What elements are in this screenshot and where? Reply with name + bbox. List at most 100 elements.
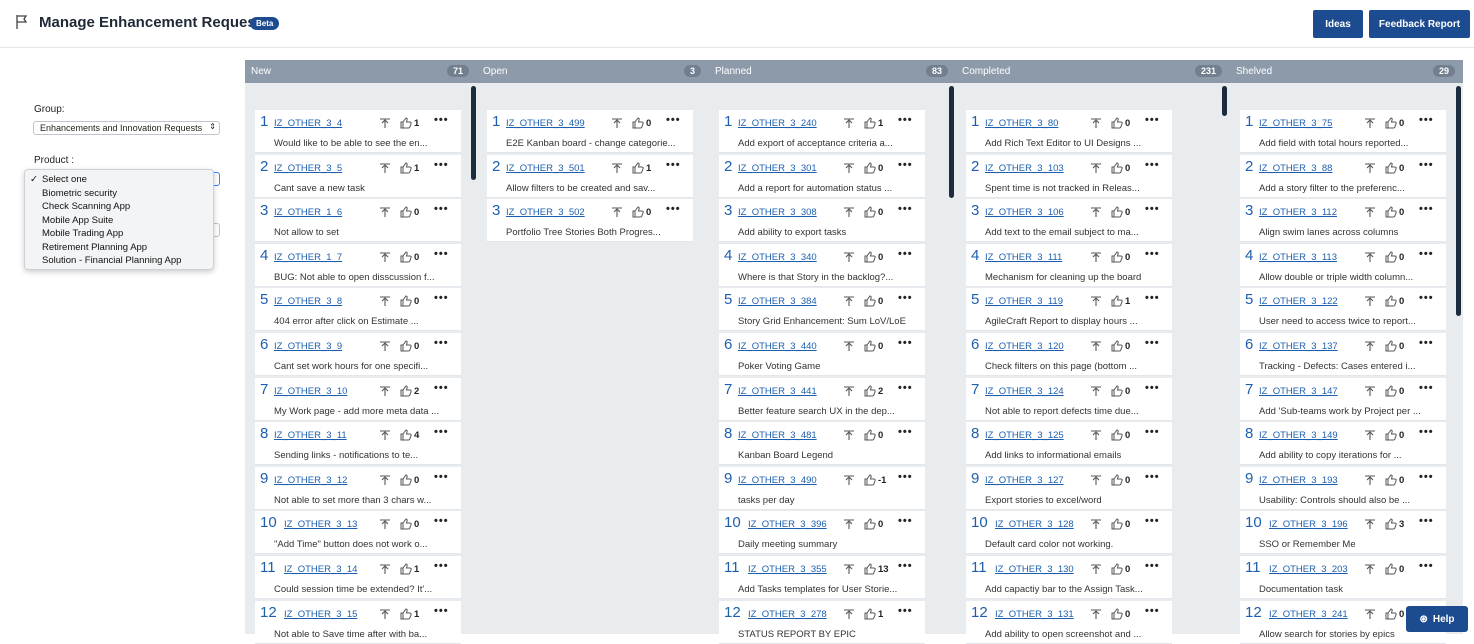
push-top-icon[interactable] [1364,296,1376,307]
product-option[interactable]: Mobile App Suite [25,214,213,228]
column-scrollbar[interactable] [471,86,476,180]
push-top-icon[interactable] [843,207,855,218]
card-id-link[interactable]: IZ_OTHER_3_106 [985,207,1064,218]
card-id-link[interactable]: IZ_OTHER_3_147 [1259,386,1338,397]
push-top-icon[interactable] [1090,475,1102,486]
card-id-link[interactable]: IZ_OTHER_3_149 [1259,430,1338,441]
thumbs-up-icon[interactable] [1385,162,1397,174]
push-top-icon[interactable] [843,252,855,263]
more-options-icon[interactable]: ••• [1419,248,1434,260]
request-card[interactable]: 1 IZ_OTHER_3_75 0 ••• Add field with total h… [1240,110,1446,153]
more-options-icon[interactable]: ••• [1145,248,1160,260]
thumbs-up-icon[interactable] [864,518,876,530]
more-options-icon[interactable]: ••• [434,292,449,304]
request-card[interactable]: 11 IZ_OTHER_3_355 13 ••• Add Tasks templates… [719,556,925,599]
card-id-link[interactable]: IZ_OTHER_3_481 [738,430,817,441]
push-top-icon[interactable] [379,163,391,174]
card-id-link[interactable]: IZ_OTHER_3_240 [738,118,817,129]
request-card[interactable]: 10 IZ_OTHER_3_128 0 ••• Default card color n… [966,511,1172,555]
push-top-icon[interactable] [1090,386,1102,397]
more-options-icon[interactable]: ••• [1419,382,1434,394]
card-id-link[interactable]: IZ_OTHER_3_122 [1259,296,1338,307]
more-options-icon[interactable]: ••• [898,248,913,260]
push-top-icon[interactable] [611,207,623,218]
more-options-icon[interactable]: ••• [898,114,913,126]
thumbs-up-icon[interactable] [400,474,412,486]
more-options-icon[interactable]: ••• [434,605,449,617]
thumbs-up-icon[interactable] [1111,206,1123,218]
card-id-link[interactable]: IZ_OTHER_3_4 [274,118,342,129]
request-card[interactable]: 9 IZ_OTHER_3_127 0 ••• Export stories to exc… [966,466,1172,510]
card-id-link[interactable]: IZ_OTHER_3_15 [284,609,357,620]
request-card[interactable]: 1 IZ_OTHER_3_4 1 ••• Would like to be able t… [255,110,461,153]
request-card[interactable]: 11 IZ_OTHER_3_14 1 ••• Could session time be… [255,556,461,599]
more-options-icon[interactable]: ••• [1145,560,1160,572]
more-options-icon[interactable]: ••• [434,426,449,438]
card-id-link[interactable]: IZ_OTHER_3_196 [1269,519,1348,530]
thumbs-up-icon[interactable] [400,429,412,441]
request-card[interactable]: 1 IZ_OTHER_3_240 1 ••• Add export of accepta… [719,110,925,153]
push-top-icon[interactable] [1090,341,1102,352]
more-options-icon[interactable]: ••• [1419,337,1434,349]
request-card[interactable]: 3 IZ_OTHER_3_106 0 ••• Add text to the email… [966,199,1172,243]
request-card[interactable]: 10 IZ_OTHER_3_13 0 ••• "Add Time" button doe… [255,511,461,555]
request-card[interactable]: 7 IZ_OTHER_3_147 0 ••• Add 'Sub-teams work b… [1240,377,1446,421]
more-options-icon[interactable]: ••• [898,605,913,617]
card-id-link[interactable]: IZ_OTHER_3_11 [274,430,347,441]
card-id-link[interactable]: IZ_OTHER_1_6 [274,207,342,218]
request-card[interactable]: 4 IZ_OTHER_1_7 0 ••• BUG: Not able to open d… [255,243,461,287]
push-top-icon[interactable] [1090,609,1102,620]
thumbs-up-icon[interactable] [632,117,644,129]
thumbs-up-icon[interactable] [864,608,876,620]
thumbs-up-icon[interactable] [400,563,412,575]
more-options-icon[interactable]: ••• [1419,114,1434,126]
request-card[interactable]: 6 IZ_OTHER_3_137 0 ••• Tracking - Defects: C… [1240,333,1446,376]
push-top-icon[interactable] [1090,118,1102,129]
card-id-link[interactable]: IZ_OTHER_3_384 [738,296,817,307]
thumbs-up-icon[interactable] [1385,251,1397,263]
more-options-icon[interactable]: ••• [1419,203,1434,215]
thumbs-up-icon[interactable] [1111,608,1123,620]
ideas-button[interactable]: Ideas [1313,10,1363,38]
request-card[interactable]: 6 IZ_OTHER_3_120 0 ••• Check filters on this… [966,333,1172,376]
more-options-icon[interactable]: ••• [666,203,681,215]
push-top-icon[interactable] [1364,564,1376,575]
card-id-link[interactable]: IZ_OTHER_3_502 [506,207,585,218]
more-options-icon[interactable]: ••• [898,560,913,572]
card-id-link[interactable]: IZ_OTHER_3_124 [985,386,1064,397]
request-card[interactable]: 8 IZ_OTHER_3_481 0 ••• Kanban Board Legend [719,422,925,466]
thumbs-up-icon[interactable] [1385,206,1397,218]
request-card[interactable]: 6 IZ_OTHER_3_440 0 ••• Poker Voting Game [719,333,925,376]
card-id-link[interactable]: IZ_OTHER_3_13 [284,519,357,530]
push-top-icon[interactable] [379,430,391,441]
more-options-icon[interactable]: ••• [1145,426,1160,438]
column-scrollbar[interactable] [1456,86,1461,316]
request-card[interactable]: 7 IZ_OTHER_3_10 2 ••• My Work page - add mor… [255,377,461,421]
card-id-link[interactable]: IZ_OTHER_3_396 [748,519,827,530]
request-card[interactable]: 2 IZ_OTHER_3_103 0 ••• Spent time is not tra… [966,154,1172,198]
card-id-link[interactable]: IZ_OTHER_3_301 [738,163,817,174]
thumbs-up-icon[interactable] [1111,162,1123,174]
card-id-link[interactable]: IZ_OTHER_3_88 [1259,163,1332,174]
card-id-link[interactable]: IZ_OTHER_3_75 [1259,118,1332,129]
card-id-link[interactable]: IZ_OTHER_3_131 [995,609,1074,620]
column-scrollbar[interactable] [949,86,954,198]
thumbs-up-icon[interactable] [1385,117,1397,129]
push-top-icon[interactable] [379,341,391,352]
request-card[interactable]: 2 IZ_OTHER_3_301 0 ••• Add a report for auto… [719,154,925,198]
push-top-icon[interactable] [1090,564,1102,575]
card-id-link[interactable]: IZ_OTHER_3_14 [284,564,357,575]
thumbs-up-icon[interactable] [400,608,412,620]
more-options-icon[interactable]: ••• [1145,471,1160,483]
help-button[interactable]: ⊛ Help [1406,606,1468,632]
thumbs-up-icon[interactable] [1111,117,1123,129]
push-top-icon[interactable] [1364,386,1376,397]
push-top-icon[interactable] [843,475,855,486]
push-top-icon[interactable] [379,475,391,486]
thumbs-up-icon[interactable] [864,563,876,575]
thumbs-up-icon[interactable] [400,162,412,174]
thumbs-up-icon[interactable] [864,474,876,486]
thumbs-up-icon[interactable] [864,117,876,129]
thumbs-up-icon[interactable] [1111,518,1123,530]
card-id-link[interactable]: IZ_OTHER_3_441 [738,386,817,397]
